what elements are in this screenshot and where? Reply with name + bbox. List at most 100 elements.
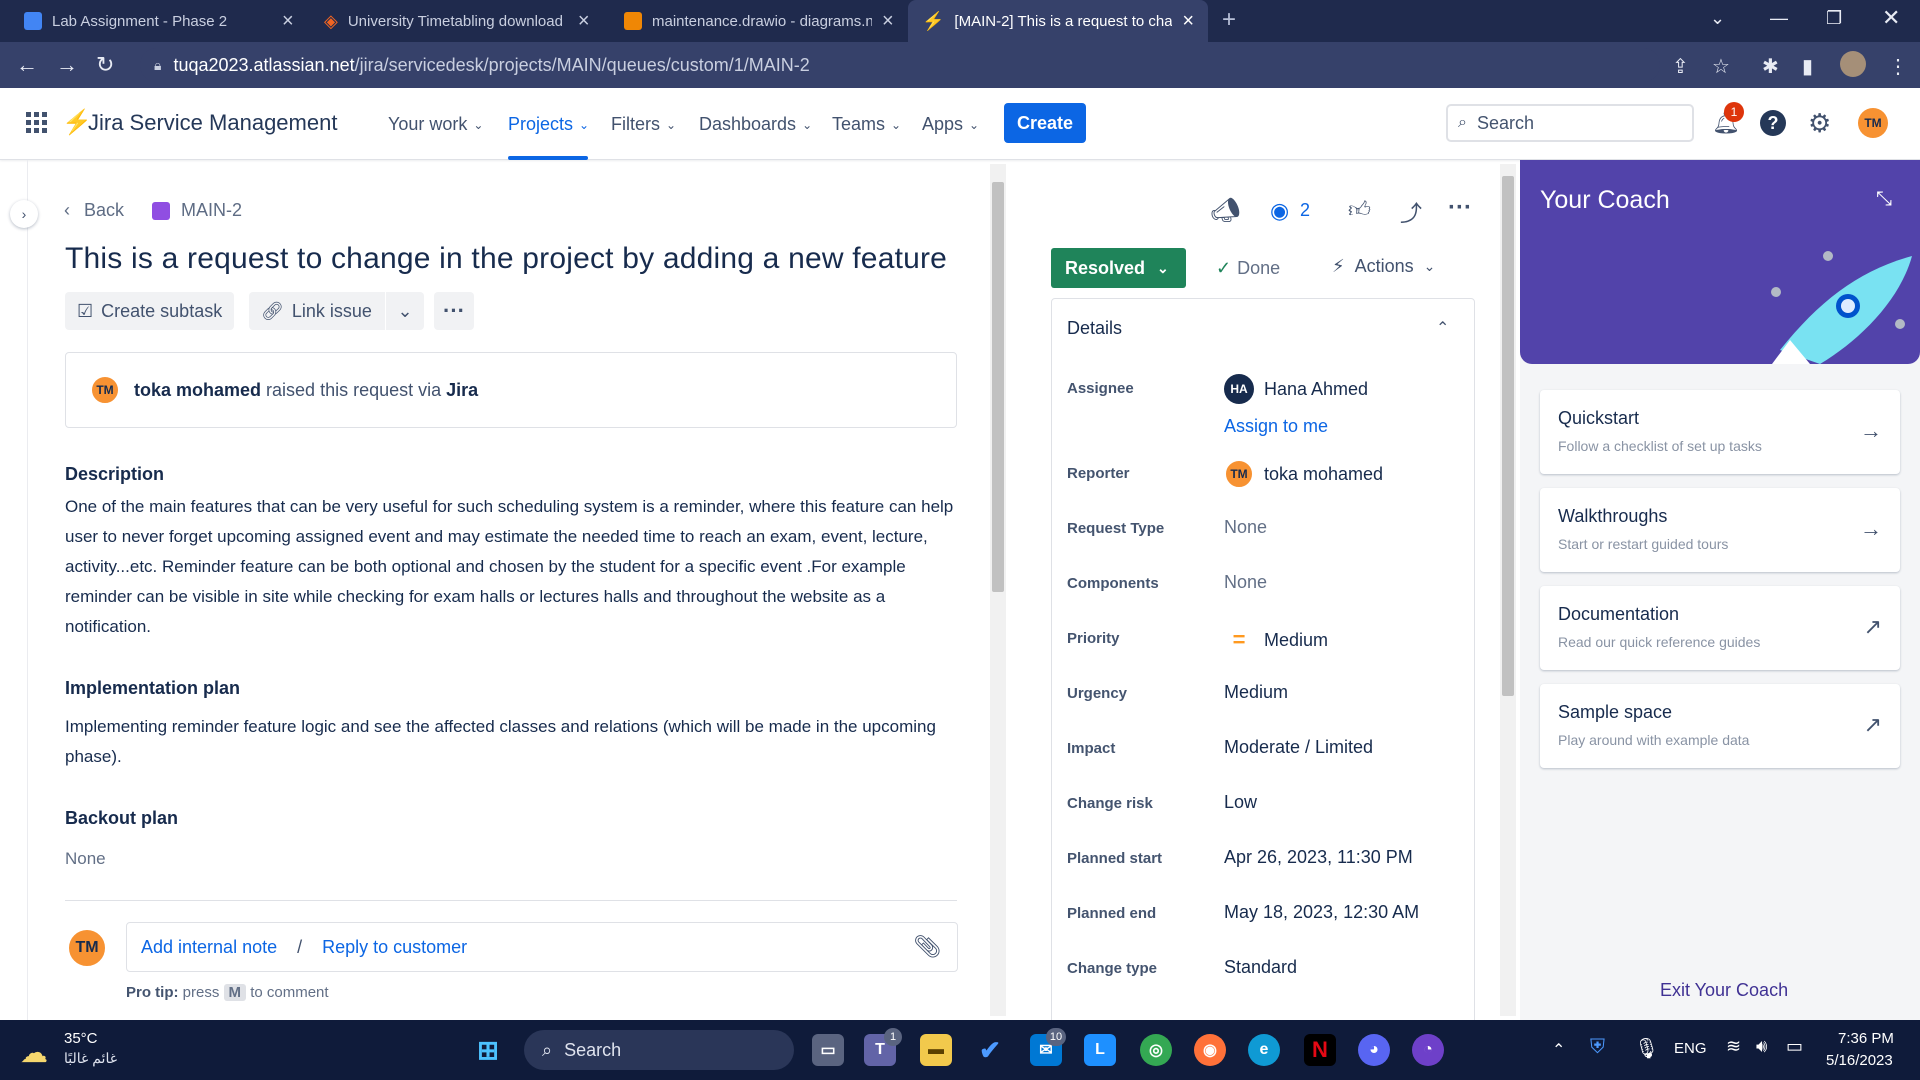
request-type-value[interactable]: None — [1224, 517, 1267, 538]
clock-date[interactable]: 5/16/2023 — [1826, 1052, 1893, 1069]
collapse-icon[interactable]: ⤡ — [1876, 188, 1892, 211]
close-window-button[interactable]: ✕ — [1882, 5, 1900, 31]
weather-icon[interactable]: ☁ — [20, 1036, 48, 1069]
task-view-icon[interactable]: ▭ — [812, 1034, 844, 1066]
reload-icon[interactable]: ↻ — [96, 52, 114, 78]
learning-app-icon[interactable]: L — [1084, 1034, 1116, 1066]
windows-start-icon[interactable]: ⊞ — [472, 1034, 504, 1066]
bookmark-star-icon[interactable]: ☆ — [1712, 54, 1730, 79]
chevron-up-icon[interactable]: ⌃ — [1436, 318, 1449, 338]
assign-to-me-link[interactable]: Assign to me — [1224, 416, 1328, 437]
reporter-value[interactable]: TM toka mohamed — [1224, 459, 1383, 489]
scrollbar-thumb[interactable] — [1502, 176, 1514, 696]
user-avatar[interactable]: TM — [1858, 108, 1888, 138]
status-dropdown[interactable]: Resolved ⌄ — [1051, 248, 1186, 288]
description-body[interactable]: One of the main features that can be ver… — [65, 492, 955, 642]
change-type-value[interactable]: Standard — [1224, 957, 1297, 978]
discord-icon[interactable]: ◕ — [1358, 1034, 1390, 1066]
scrollbar-thumb[interactable] — [992, 182, 1004, 592]
feedback-megaphone-icon[interactable]: 📣︎ — [1210, 196, 1240, 225]
close-icon[interactable]: × — [1182, 10, 1194, 33]
forward-arrow-icon[interactable]: → — [56, 52, 78, 78]
browser-tab[interactable]: maintenance.drawio - diagrams.n × — [610, 0, 910, 42]
extensions-icon[interactable]: ✱ — [1762, 54, 1779, 79]
coach-card-walkthroughs[interactable]: Walkthroughs Start or restart guided tou… — [1540, 488, 1900, 572]
close-icon[interactable]: × — [882, 10, 894, 33]
back-link[interactable]: ‹ Back — [64, 200, 124, 221]
reply-to-customer-link[interactable]: Reply to customer — [322, 937, 467, 958]
issue-key[interactable]: MAIN-2 — [181, 200, 242, 221]
link-issue-button[interactable]: 🔗︎ Link issue — [249, 292, 385, 330]
nav-teams[interactable]: Teams ⌄ — [832, 114, 901, 135]
taskbar-search[interactable]: ⌕ Search — [524, 1030, 794, 1070]
priority-value[interactable]: = Medium — [1224, 627, 1328, 653]
settings-gear-icon[interactable]: ⚙ — [1808, 108, 1831, 139]
watcher-count[interactable]: 2 — [1300, 200, 1310, 221]
github-desktop-icon[interactable]: ◔ — [1412, 1034, 1444, 1066]
language-indicator[interactable]: ENG — [1674, 1040, 1707, 1057]
profile-avatar[interactable] — [1840, 51, 1866, 77]
search-input[interactable]: ⌕ Search — [1446, 104, 1694, 142]
like-icon[interactable]: 👍︎ — [1348, 196, 1371, 223]
urgency-value[interactable]: Medium — [1224, 682, 1288, 703]
firefox-icon[interactable]: ◉ — [1194, 1034, 1226, 1066]
chevron-up-icon[interactable]: ⌃ — [1552, 1040, 1565, 1060]
weather-temp[interactable]: 35°C — [64, 1030, 98, 1047]
chrome-icon[interactable]: ◎ — [1140, 1034, 1172, 1066]
assignee-value[interactable]: HA Hana Ahmed — [1224, 374, 1368, 404]
close-icon[interactable]: × — [578, 10, 590, 33]
battery-icon[interactable]: ▭ — [1786, 1036, 1803, 1057]
nav-dashboards[interactable]: Dashboards ⌄ — [699, 114, 812, 135]
more-options-icon[interactable]: ··· — [1448, 194, 1472, 222]
coach-card-quickstart[interactable]: Quickstart Follow a checklist of set up … — [1540, 390, 1900, 474]
nav-filters[interactable]: Filters ⌄ — [611, 114, 676, 135]
file-explorer-icon[interactable]: ▬ — [920, 1034, 952, 1066]
watch-eye-icon[interactable]: ◉ — [1270, 198, 1289, 224]
wifi-icon[interactable]: ≋ — [1726, 1036, 1741, 1057]
reporter-avatar[interactable]: TM — [90, 375, 120, 405]
issue-title[interactable]: This is a request to change in the proje… — [65, 242, 947, 276]
more-actions-button[interactable]: ··· — [434, 292, 474, 330]
link-issue-dropdown[interactable]: ⌄ — [386, 292, 424, 330]
planned-end-value[interactable]: May 18, 2023, 12:30 AM — [1224, 902, 1419, 923]
details-heading[interactable]: Details — [1067, 318, 1122, 339]
add-internal-note-link[interactable]: Add internal note — [141, 937, 277, 958]
attachment-icon[interactable]: 📎︎ — [913, 934, 941, 960]
impact-value[interactable]: Moderate / Limited — [1224, 737, 1373, 758]
product-name[interactable]: Jira Service Management — [88, 110, 337, 136]
app-switcher-icon[interactable] — [26, 112, 48, 134]
minimize-button[interactable]: — — [1770, 8, 1788, 29]
microphone-icon[interactable]: 🎙︎ — [1634, 1036, 1659, 1061]
nav-projects[interactable]: Projects ⌄ — [508, 114, 589, 135]
expand-sidebar-button[interactable]: › — [10, 200, 38, 228]
maximize-button[interactable]: ❐ — [1826, 8, 1842, 29]
volume-icon[interactable]: 🔊︎ — [1756, 1036, 1767, 1057]
left-pane-scrollbar[interactable] — [990, 164, 1006, 1016]
components-value[interactable]: None — [1224, 572, 1267, 593]
new-tab-button[interactable]: + — [1222, 6, 1236, 34]
nav-apps[interactable]: Apps ⌄ — [922, 114, 979, 135]
security-icon[interactable]: ⛨ — [1590, 1036, 1605, 1059]
netflix-icon[interactable]: N — [1304, 1034, 1336, 1066]
comment-box[interactable]: Add internal note / Reply to customer 📎︎ — [126, 922, 958, 972]
browser-tab[interactable]: Lab Assignment - Phase 2 × — [10, 0, 310, 42]
actions-button[interactable]: ⚡︎ Actions ⌄ — [1332, 256, 1435, 277]
tab-search-icon[interactable]: ⌄ — [1710, 8, 1725, 29]
url-field[interactable]: 🔒︎ tuqa2023.atlassian.net/jira/servicede… — [140, 48, 1660, 82]
implementation-plan-body[interactable]: Implementing reminder feature logic and … — [65, 712, 955, 772]
coach-card-documentation[interactable]: Documentation Read our quick reference g… — [1540, 586, 1900, 670]
exit-coach-link[interactable]: Exit Your Coach — [1660, 980, 1788, 1001]
clock-time[interactable]: 7:36 PM — [1838, 1030, 1894, 1047]
share-icon[interactable]: ⇪ — [1672, 54, 1689, 79]
coach-card-sample-space[interactable]: Sample space Play around with example da… — [1540, 684, 1900, 768]
backout-plan-body[interactable]: None — [65, 844, 955, 874]
create-button[interactable]: Create — [1004, 103, 1086, 143]
side-panel-icon[interactable]: ▮ — [1802, 54, 1813, 79]
nav-your-work[interactable]: Your work ⌄ — [388, 114, 483, 135]
edge-icon[interactable]: e — [1248, 1034, 1280, 1066]
browser-tab[interactable]: ◈ University Timetabling download × — [310, 0, 610, 42]
close-icon[interactable]: × — [282, 10, 294, 33]
help-icon[interactable]: ? — [1760, 110, 1786, 136]
create-subtask-button[interactable]: ☑ Create subtask — [65, 292, 235, 330]
change-risk-value[interactable]: Low — [1224, 792, 1257, 813]
